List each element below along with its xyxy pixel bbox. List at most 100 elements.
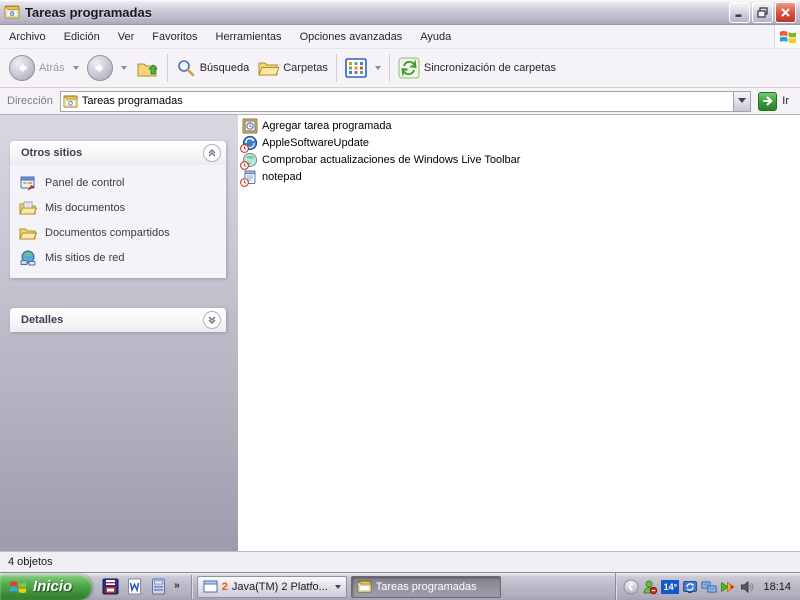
sidebar-item-label: Panel de control — [45, 177, 125, 189]
windows-logo-icon — [774, 25, 800, 48]
list-item-windows-live-toolbar[interactable]: Comprobar actualizaciones de Windows Liv… — [238, 151, 800, 168]
quick-launch-overflow-chevron[interactable]: » — [174, 580, 180, 591]
network-connection-icon[interactable] — [701, 579, 717, 595]
menu-ver[interactable]: Ver — [109, 27, 144, 47]
close-button[interactable] — [775, 2, 796, 23]
folder-sync-button[interactable]: Sincronización de carpetas — [394, 51, 560, 85]
windows-live-toolbar-icon — [242, 152, 258, 168]
details-panel: Detalles — [10, 308, 226, 332]
back-dropdown-icon[interactable] — [73, 66, 79, 70]
other-places-panel: Otros sitios — [10, 141, 226, 278]
sidebar-item-my-documents[interactable]: Mis documentos — [19, 199, 218, 217]
toolbar: Atrás Bús — [0, 49, 800, 88]
scheduled-tasks-icon — [63, 94, 78, 109]
explorer-window: Tareas programadas Archivo Edición Ver F — [0, 0, 800, 572]
file-label: Agregar tarea programada — [262, 120, 392, 132]
menu-edicion[interactable]: Edición — [55, 27, 109, 47]
apple-software-update-icon — [242, 135, 258, 151]
address-input[interactable]: Tareas programadas — [60, 91, 751, 112]
list-item-notepad[interactable]: notepad — [238, 168, 800, 185]
windows-flag-icon — [9, 578, 27, 596]
minimize-icon — [734, 7, 745, 18]
minimize-button[interactable] — [729, 2, 750, 23]
list-item-add-scheduled-task[interactable]: Agregar tarea programada — [238, 117, 800, 134]
menu-archivo[interactable]: Archivo — [0, 27, 55, 47]
weather-temperature-badge[interactable]: 14° — [661, 580, 679, 594]
tray-collapse-icon[interactable] — [623, 579, 639, 595]
search-label: Búsqueda — [200, 62, 250, 74]
messenger-status-icon[interactable] — [642, 579, 658, 595]
status-text: 4 objetos — [8, 556, 53, 568]
content-area: Otros sitios — [0, 115, 800, 551]
task-button-java[interactable]: 2 Java(TM) 2 Platfo... — [197, 576, 347, 598]
menu-bar: Archivo Edición Ver Favoritos Herramient… — [0, 25, 800, 49]
menu-favoritos[interactable]: Favoritos — [143, 27, 206, 47]
go-button[interactable]: Ir — [751, 92, 797, 111]
task-button-tareas-programadas[interactable]: Tareas programadas — [351, 576, 501, 598]
other-places-title: Otros sitios — [21, 147, 203, 159]
menu-ayuda[interactable]: Ayuda — [411, 27, 460, 47]
address-value: Tareas programadas — [82, 95, 183, 107]
details-title: Detalles — [21, 314, 203, 326]
menu-opciones-avanzadas[interactable]: Opciones avanzadas — [291, 27, 412, 47]
folders-icon — [257, 58, 279, 78]
sidebar-item-label: Mis documentos — [45, 202, 125, 214]
go-icon — [758, 92, 777, 111]
file-label: Comprobar actualizaciones de Windows Liv… — [262, 154, 520, 166]
search-button[interactable]: Búsqueda — [172, 51, 254, 85]
up-button[interactable] — [131, 51, 163, 85]
quick-launch: » — [92, 578, 188, 595]
views-dropdown-icon[interactable] — [375, 66, 381, 70]
add-scheduled-task-icon — [242, 118, 258, 134]
quick-launch-floppy-icon[interactable] — [102, 578, 119, 595]
forward-dropdown-icon[interactable] — [121, 66, 127, 70]
system-tray: 14° 18:14 — [615, 573, 800, 600]
sidebar-item-network-places[interactable]: Mis sitios de red — [19, 249, 218, 267]
task-label: Java(TM) 2 Platfo... — [232, 581, 328, 593]
file-label: AppleSoftwareUpdate — [262, 137, 369, 149]
window-icon — [203, 580, 218, 593]
other-places-header[interactable]: Otros sitios — [10, 141, 226, 165]
sidebar-item-shared-documents[interactable]: Documentos compartidos — [19, 224, 218, 242]
chevron-down-icon — [207, 315, 217, 325]
quick-launch-word-icon[interactable] — [126, 578, 143, 595]
notepad-icon — [242, 169, 258, 185]
restore-button[interactable] — [752, 2, 773, 23]
views-icon — [345, 58, 367, 78]
volume-icon[interactable] — [739, 579, 755, 595]
windows-update-icon[interactable] — [682, 579, 698, 595]
sidebar-item-label: Documentos compartidos — [45, 227, 170, 239]
network-places-icon — [19, 250, 37, 266]
chevron-up-icon — [207, 148, 217, 158]
search-icon — [176, 58, 196, 78]
scheduled-tasks-icon — [4, 4, 20, 20]
task-group-dropdown-icon[interactable] — [335, 585, 341, 589]
start-button[interactable]: Inicio — [0, 574, 92, 600]
clock[interactable]: 18:14 — [763, 581, 791, 593]
sidebar-item-control-panel[interactable]: Panel de control — [19, 174, 218, 192]
list-item-apple-software-update[interactable]: AppleSoftwareUpdate — [238, 134, 800, 151]
views-button[interactable] — [341, 51, 371, 85]
task-label: Tareas programadas — [376, 581, 477, 593]
scheduled-tasks-icon — [357, 579, 372, 594]
back-button[interactable]: Atrás — [5, 51, 69, 85]
my-documents-icon — [19, 200, 37, 216]
control-panel-icon — [19, 175, 37, 191]
forward-button[interactable] — [83, 51, 117, 85]
sidebar-item-label: Mis sitios de red — [45, 252, 124, 264]
start-label: Inicio — [33, 578, 72, 595]
menu-herramientas[interactable]: Herramientas — [207, 27, 291, 47]
quick-launch-calculator-icon[interactable] — [150, 578, 167, 595]
address-dropdown-button[interactable] — [733, 92, 750, 111]
desktop: Tareas programadas Archivo Edición Ver F — [0, 0, 800, 600]
collapse-panel-button[interactable] — [203, 144, 221, 162]
details-header[interactable]: Detalles — [10, 308, 226, 332]
window-title: Tareas programadas — [25, 5, 727, 20]
folders-button[interactable]: Carpetas — [253, 51, 332, 85]
titlebar[interactable]: Tareas programadas — [0, 0, 800, 25]
media-fastforward-icon[interactable] — [720, 579, 736, 595]
folder-sync-label: Sincronización de carpetas — [424, 62, 556, 74]
expand-panel-button[interactable] — [203, 311, 221, 329]
toolbar-separator — [389, 54, 390, 82]
toolbar-separator — [336, 54, 337, 82]
